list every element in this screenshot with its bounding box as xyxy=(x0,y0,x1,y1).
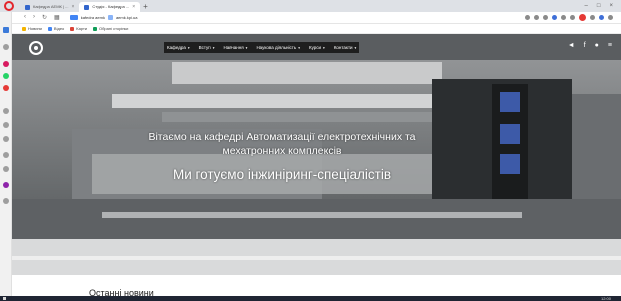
menu-item-label: Навчання xyxy=(223,45,244,50)
new-tab-button[interactable]: + xyxy=(143,2,148,11)
reload-icon[interactable]: ↻ xyxy=(42,14,47,21)
snapshot-icon[interactable] xyxy=(534,15,539,20)
my-flow-icon[interactable] xyxy=(3,182,9,188)
bookmark-label: Обрані сторінки xyxy=(99,26,129,31)
chevron-down-icon: ▾ xyxy=(298,45,300,50)
menu-item-admission[interactable]: Вступ ▾ xyxy=(199,45,215,50)
forward-icon[interactable]: › xyxy=(33,14,35,21)
opera-extension-icon[interactable] xyxy=(579,14,586,21)
hero-title: Вітаємо на кафедрі Автоматизації електро… xyxy=(148,131,416,157)
back-icon[interactable]: ‹ xyxy=(24,14,26,21)
chevron-down-icon: ▾ xyxy=(245,45,248,50)
more-icon[interactable] xyxy=(3,198,9,204)
vpn-icon[interactable] xyxy=(552,15,557,20)
news-section: Останні новини xyxy=(12,275,621,298)
bookmarks-icon[interactable] xyxy=(3,44,9,50)
adblock-icon[interactable] xyxy=(561,15,566,20)
heart-icon[interactable] xyxy=(543,15,548,20)
close-tab-icon[interactable]: × xyxy=(132,2,135,12)
bookmark-label: Відео xyxy=(53,26,65,31)
chevron-down-icon: ▾ xyxy=(187,45,190,50)
close-tab-icon[interactable]: × xyxy=(71,2,74,12)
speed-dial-icon[interactable]: ▦ xyxy=(54,14,60,21)
screen: Кафедра АЕМК | ... × Студія - Кафедра ..… xyxy=(0,0,621,301)
menu-item-label: Курси xyxy=(308,45,322,50)
chevron-down-icon: ▾ xyxy=(323,45,325,50)
bookmarks-bar: Новини Відео Карти Обрані сторінки xyxy=(0,24,621,34)
site-logo-icon[interactable] xyxy=(29,41,43,55)
video-icon xyxy=(47,26,52,31)
bookmark-item-news[interactable]: Новини xyxy=(22,26,42,31)
vk-icon[interactable] xyxy=(3,85,9,91)
menu-item-courses[interactable]: Курси ▾ xyxy=(309,45,325,50)
window-controls: – □ × xyxy=(585,3,621,9)
chevron-down-icon: ▾ xyxy=(212,45,215,50)
main-menu: Кафедра ▾ Вступ ▾ Навчання ▾ Наукова дія… xyxy=(164,42,360,53)
menu-item-label: Контакти xyxy=(333,45,353,50)
messenger-icon[interactable] xyxy=(3,61,9,67)
start-menu-icon[interactable] xyxy=(3,297,6,300)
browser-tab-bar: Кафедра АЕМК | ... × Студія - Кафедра ..… xyxy=(0,0,621,12)
tab-favicon-icon xyxy=(25,4,30,10)
language-icon[interactable]: ◄ xyxy=(568,42,575,49)
address-bar: ‹ › ↻ ▦ kafedra aemk aemk.kpi.ua xyxy=(0,12,621,24)
minimize-button[interactable]: – xyxy=(585,3,588,9)
hero-banner: Кафедра ▾ Вступ ▾ Навчання ▾ Наукова дія… xyxy=(12,34,621,275)
history-icon[interactable] xyxy=(3,108,9,114)
menu-item-research[interactable]: Наукова діяльність ▾ xyxy=(256,45,300,50)
header-social-icons: ◄ f ● ≡ xyxy=(568,42,612,49)
profile-icon[interactable] xyxy=(599,15,604,20)
whatsapp-icon[interactable] xyxy=(3,73,9,79)
bookmark-item-video[interactable]: Відео xyxy=(47,26,65,31)
opera-sidebar xyxy=(0,12,12,297)
close-window-button[interactable]: × xyxy=(609,3,613,9)
heart-icon[interactable] xyxy=(3,136,9,142)
menu-item-education[interactable]: Навчання ▾ xyxy=(223,45,247,50)
tab-label: Кафедра АЕМК | ... xyxy=(33,4,69,9)
site-label: kafedra aemk xyxy=(80,15,105,20)
menu-item-label: Вступ xyxy=(198,45,211,50)
search-icon[interactable]: ● xyxy=(595,42,599,49)
hero-subtitle: Ми готуємо інжиніринг-спеціалістів xyxy=(172,167,392,182)
tab-label: Студія - Кафедра ... xyxy=(92,4,130,9)
maximize-button[interactable]: □ xyxy=(597,3,601,9)
site-security-icon[interactable] xyxy=(69,15,78,20)
site-info-icon xyxy=(107,15,113,20)
wallet-icon[interactable] xyxy=(570,15,575,20)
news-icon xyxy=(22,26,26,31)
speed-dial-icon[interactable] xyxy=(3,27,9,33)
opera-menu-icon[interactable] xyxy=(4,1,14,11)
url-text: aemk.kpi.ua xyxy=(115,15,138,20)
menu-item-department[interactable]: Кафедра ▾ xyxy=(167,45,190,50)
tab-favicon-icon xyxy=(84,4,90,10)
easy-setup-icon[interactable] xyxy=(608,15,613,20)
bookmark-star-icon[interactable] xyxy=(525,15,530,20)
menu-item-contacts[interactable]: Контакти ▾ xyxy=(334,45,356,50)
chevron-down-icon: ▾ xyxy=(354,45,357,50)
os-taskbar: 12:00 xyxy=(0,296,621,301)
menu-item-label: Наукова діяльність xyxy=(256,45,297,50)
bookmark-item-maps[interactable]: Карти xyxy=(70,26,87,31)
menu-item-label: Кафедра xyxy=(167,45,186,50)
bookmark-label: Карти xyxy=(76,26,88,31)
folder-icon xyxy=(93,26,98,31)
bookmark-label: Новини xyxy=(28,26,42,31)
tab-1[interactable]: Кафедра АЕМК | ... × xyxy=(20,2,80,12)
taskbar-clock: 12:00 xyxy=(600,296,611,301)
tab-2[interactable]: Студія - Кафедра ... × xyxy=(79,2,141,12)
clock-icon[interactable] xyxy=(3,152,9,158)
url-field[interactable]: kafedra aemk aemk.kpi.ua xyxy=(69,14,510,22)
bookmark-item-favorites[interactable]: Обрані сторінки xyxy=(93,26,128,31)
download-icon[interactable] xyxy=(590,15,595,20)
hamburger-menu-icon[interactable]: ≡ xyxy=(608,42,612,49)
extension-icons xyxy=(525,14,621,21)
maps-icon xyxy=(70,26,75,31)
settings-icon[interactable] xyxy=(3,166,9,172)
downloads-icon[interactable] xyxy=(3,122,9,128)
facebook-icon[interactable]: f xyxy=(584,42,586,49)
